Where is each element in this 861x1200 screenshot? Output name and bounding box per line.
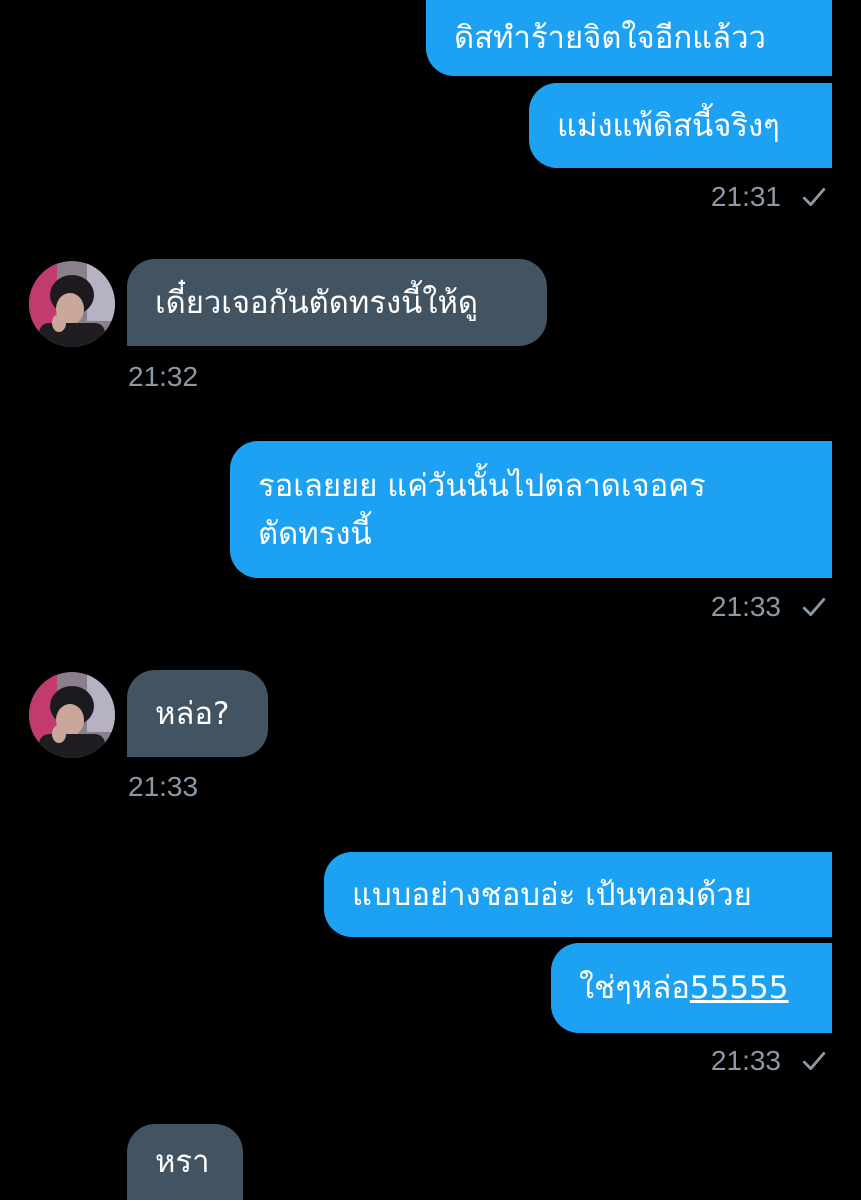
message-link[interactable]: 55555 [690,970,789,1006]
message-text: ใช่ๆหล่อ55555 [579,966,789,1010]
message-timestamp: 21:32 [128,361,199,392]
message-text: แบบอย่างชอบอ่ะ เป้นทอมด้วย [352,876,752,913]
incoming-message-bubble[interactable]: เดี๋ยวเจอกันตัดทรงนี้ให้ดู [127,259,547,346]
incoming-message-bubble[interactable]: หรา [127,1124,243,1200]
incoming-message-bubble[interactable]: หล่อ? [127,670,268,757]
message-timestamp: 21:33 [710,1045,781,1076]
message-text-prefix: ใช่ๆหล่อ [579,970,690,1006]
outgoing-message-bubble[interactable]: รอเลยยย แค่วันนั้นไปตลาดเจอคร ตัดทรงนี้ [230,441,832,578]
message-timestamp: 21:33 [710,591,781,622]
contact-avatar[interactable] [29,672,115,758]
message-timestamp: 21:33 [128,771,199,802]
outgoing-message-bubble[interactable]: ดิสทำร้ายจิตใจอีกแล้วว [426,0,832,76]
outgoing-message-bubble[interactable]: แม่งแพ้ดิสนี้จริงๆ [529,83,832,168]
message-text-line: รอเลยยย แค่วันนั้นไปตลาดเจอคร [258,467,706,504]
message-text-line: ตัดทรงนี้ [258,515,372,552]
message-text: หล่อ? [155,695,230,732]
check-icon [802,598,826,616]
message-text: เดี๋ยวเจอกันตัดทรงนี้ให้ดู [155,284,479,321]
message-text: ดิสทำร้ายจิตใจอีกแล้วว [454,20,766,56]
check-icon [802,188,826,206]
message-text: หรา [155,1144,210,1180]
check-icon [802,1052,826,1070]
message-text: แม่งแพ้ดิสนี้จริงๆ [557,107,780,144]
outgoing-message-bubble[interactable]: แบบอย่างชอบอ่ะ เป้นทอมด้วย [324,852,832,937]
contact-avatar[interactable] [29,261,115,347]
outgoing-message-bubble[interactable]: ใช่ๆหล่อ55555 [551,943,832,1033]
message-timestamp: 21:31 [710,181,781,212]
